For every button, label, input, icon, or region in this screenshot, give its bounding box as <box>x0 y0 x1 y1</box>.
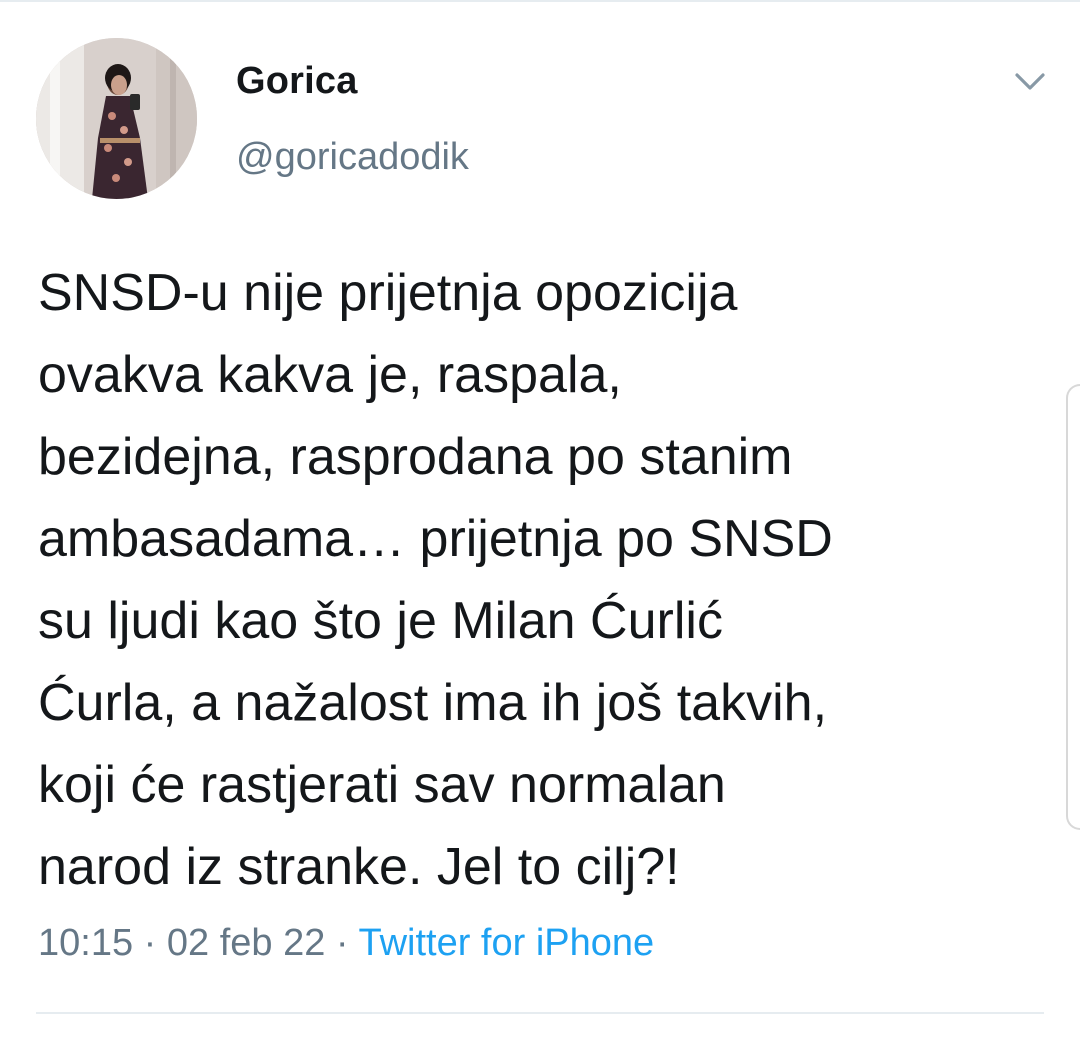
edge-panel-handle[interactable] <box>1066 384 1080 830</box>
top-divider <box>0 0 1080 2</box>
tweet-date: 02 feb 22 <box>166 922 326 964</box>
author-handle[interactable]: @goricadodik <box>236 136 469 179</box>
tweet-meta: 10:15 · 02 feb 22 · Twitter for iPhone <box>38 922 654 965</box>
tweet-source-link[interactable]: Twitter for iPhone <box>358 922 654 964</box>
tweet-text: SNSD-u nije prijetnja opozicija ovakva k… <box>38 264 833 896</box>
tweet-time: 10:15 <box>38 922 134 964</box>
meta-separator: · <box>143 922 157 964</box>
author-display-name[interactable]: Gorica <box>236 60 358 103</box>
tweet-menu-button[interactable] <box>1008 64 1052 100</box>
chevron-down-icon <box>1015 73 1045 90</box>
bottom-divider <box>36 1012 1044 1014</box>
avatar[interactable] <box>36 38 197 199</box>
avatar-image <box>36 38 197 199</box>
meta-separator: · <box>335 922 349 964</box>
